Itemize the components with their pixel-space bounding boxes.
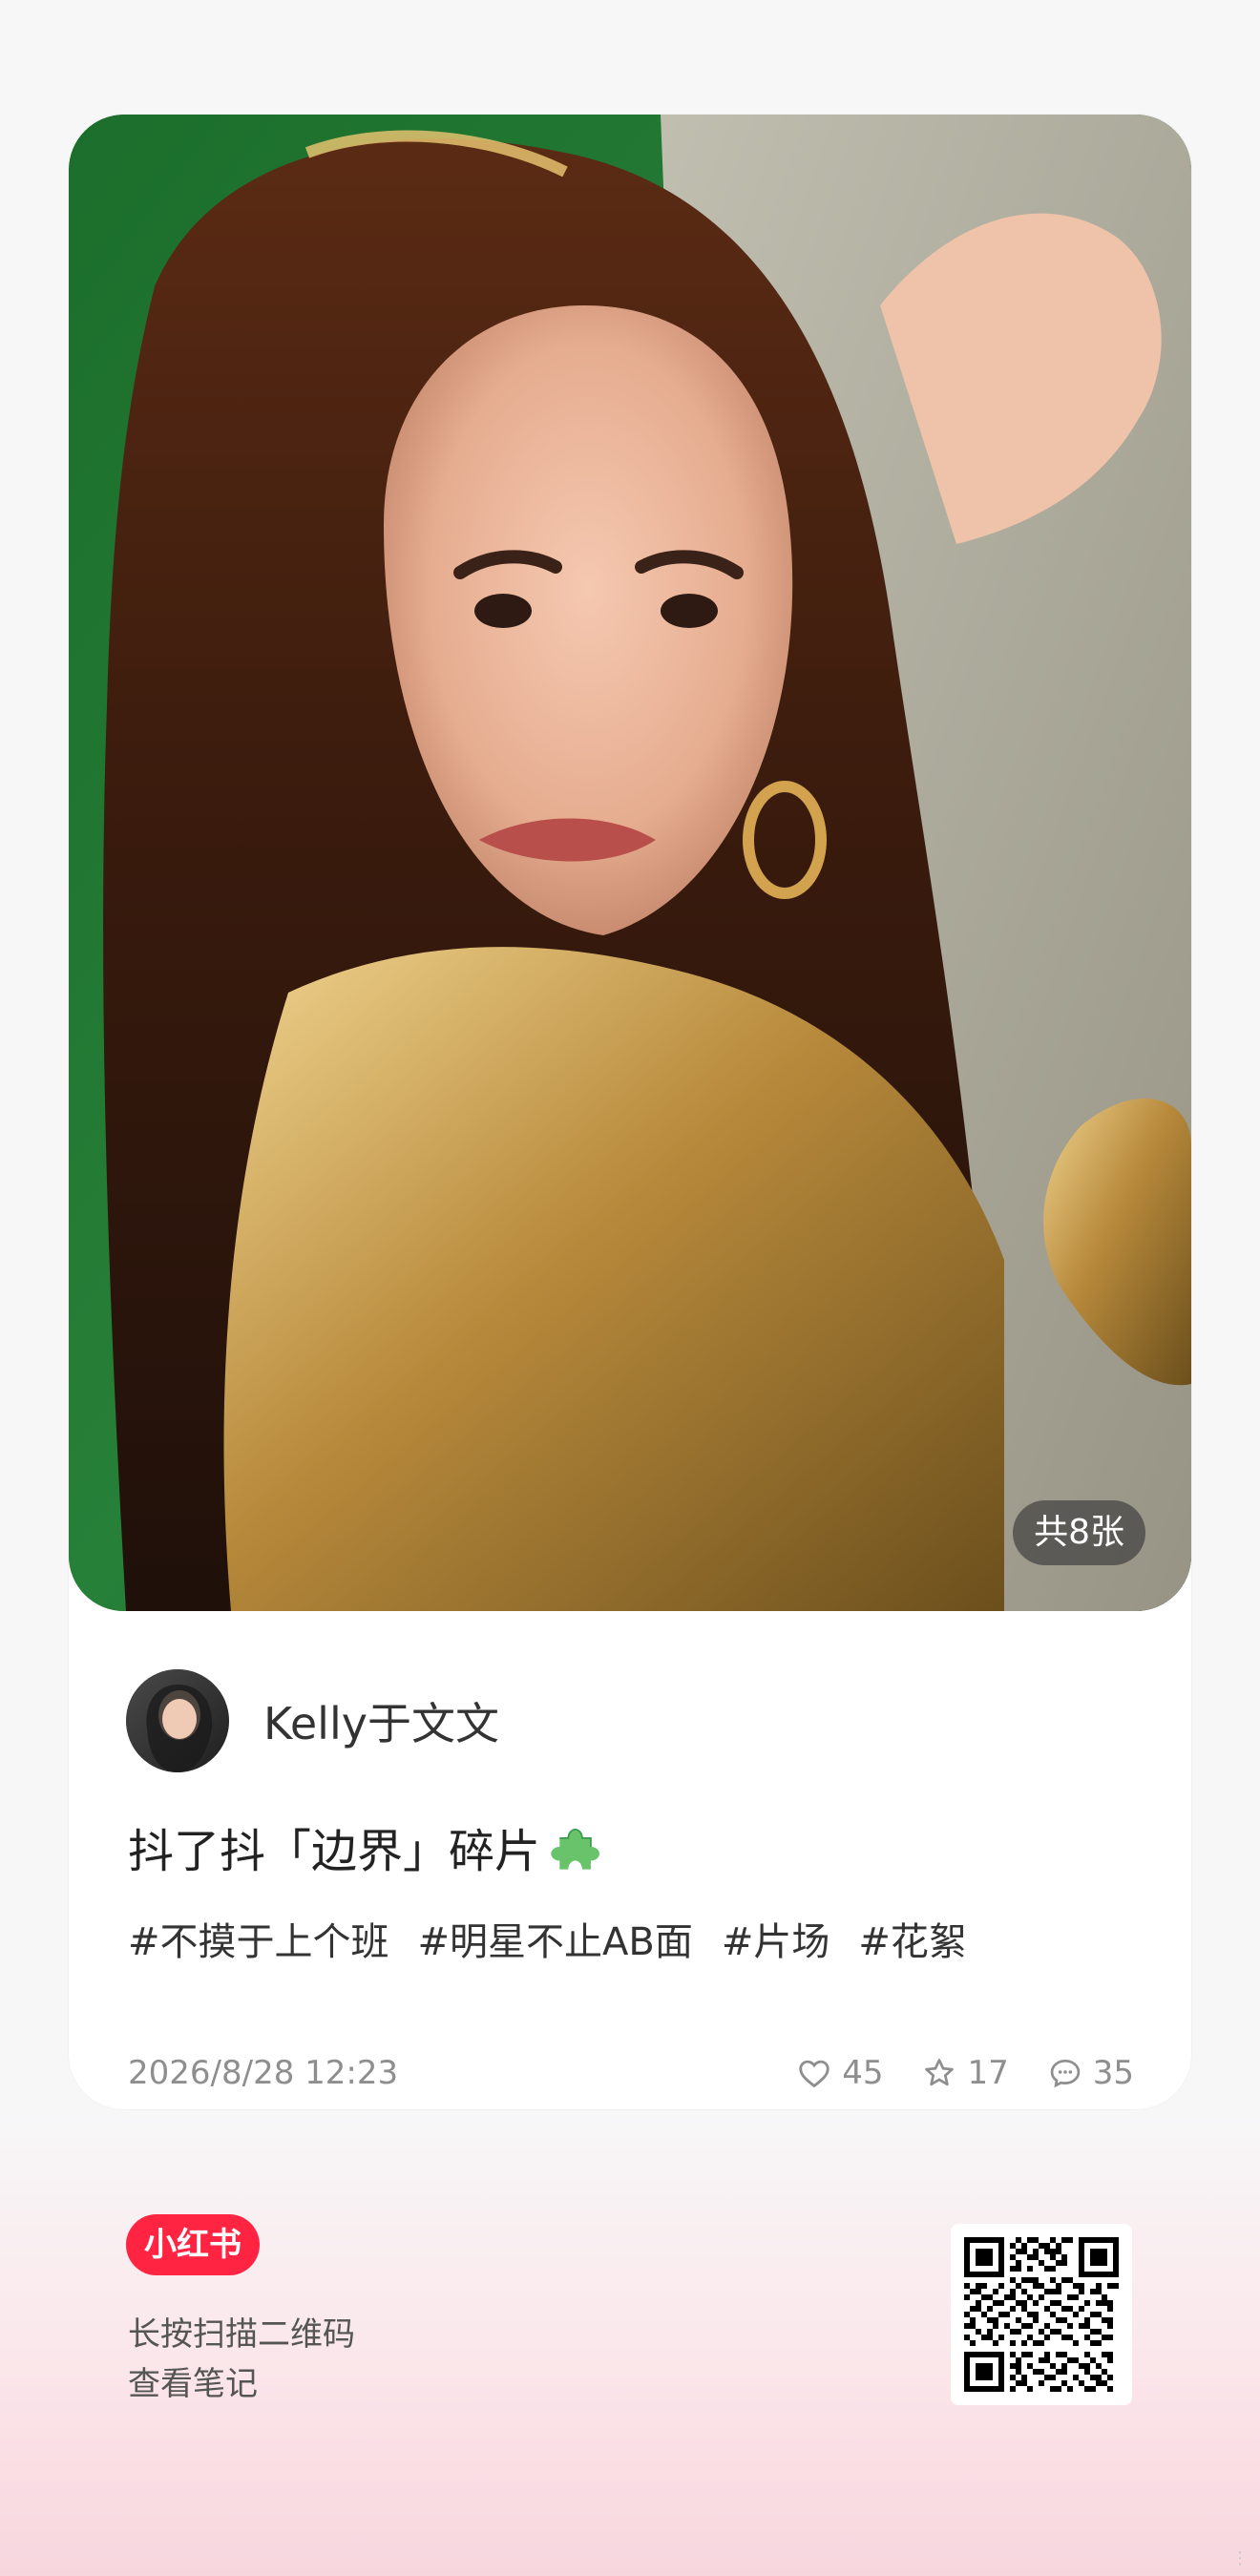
star-icon xyxy=(925,2059,955,2086)
note-title-text: 抖了抖「边界」碎片 xyxy=(128,1825,541,1878)
qr-code[interactable] xyxy=(951,2224,1132,2405)
note-photo[interactable]: 共8张 xyxy=(69,115,1191,1611)
tag-item[interactable]: #片场 xyxy=(722,1911,830,1966)
footer-instructions: 长按扫描二维码 查看笔记 xyxy=(128,2310,355,2409)
like-count: 45 xyxy=(842,2054,884,2092)
favorite-count: 17 xyxy=(967,2054,1009,2092)
corner-mark: ⋮ xyxy=(1231,2548,1249,2568)
note-meta: 2026/8/28 12:23 45 17 35 xyxy=(128,2044,1134,2102)
brand-logo: 小红书 xyxy=(126,2214,260,2275)
note-title: 抖了抖「边界」碎片 xyxy=(128,1813,600,1880)
avatar[interactable] xyxy=(126,1669,229,1772)
portrait-photo xyxy=(69,115,1191,1611)
tag-item[interactable]: #明星不止AB面 xyxy=(418,1911,693,1966)
author-row[interactable]: Kelly于文文 xyxy=(126,1668,499,1773)
comment-stat[interactable]: 35 xyxy=(1047,2054,1134,2092)
puzzle-piece-icon xyxy=(544,1819,600,1874)
comment-count: 35 xyxy=(1092,2054,1134,2092)
comment-icon xyxy=(1050,2059,1081,2088)
footer-line-2: 查看笔记 xyxy=(128,2365,258,2403)
like-stat[interactable]: 45 xyxy=(796,2054,883,2092)
footer-line-1: 长按扫描二维码 xyxy=(128,2315,355,2354)
tag-list: #不摸于上个班 #明星不止AB面 #片场 #花絮 xyxy=(128,1911,967,1966)
engagement-stats: 45 17 35 xyxy=(796,2054,1134,2092)
photo-count-badge: 共8张 xyxy=(1013,1500,1145,1565)
author-name[interactable]: Kelly于文文 xyxy=(263,1689,499,1752)
tag-item[interactable]: #花絮 xyxy=(858,1911,967,1966)
heart-icon xyxy=(799,2060,830,2088)
favorite-stat[interactable]: 17 xyxy=(921,2054,1009,2092)
note-card[interactable]: 共8张 Kelly于文文 抖了抖「边界」碎片 #不摸于上个班 #明星不止AB面 … xyxy=(69,115,1191,2109)
tag-item[interactable]: #不摸于上个班 xyxy=(128,1911,389,1966)
publish-date: 2026/8/28 12:23 xyxy=(128,2054,399,2092)
avatar-image xyxy=(126,1669,229,1772)
qr-code-image xyxy=(958,2231,1124,2398)
